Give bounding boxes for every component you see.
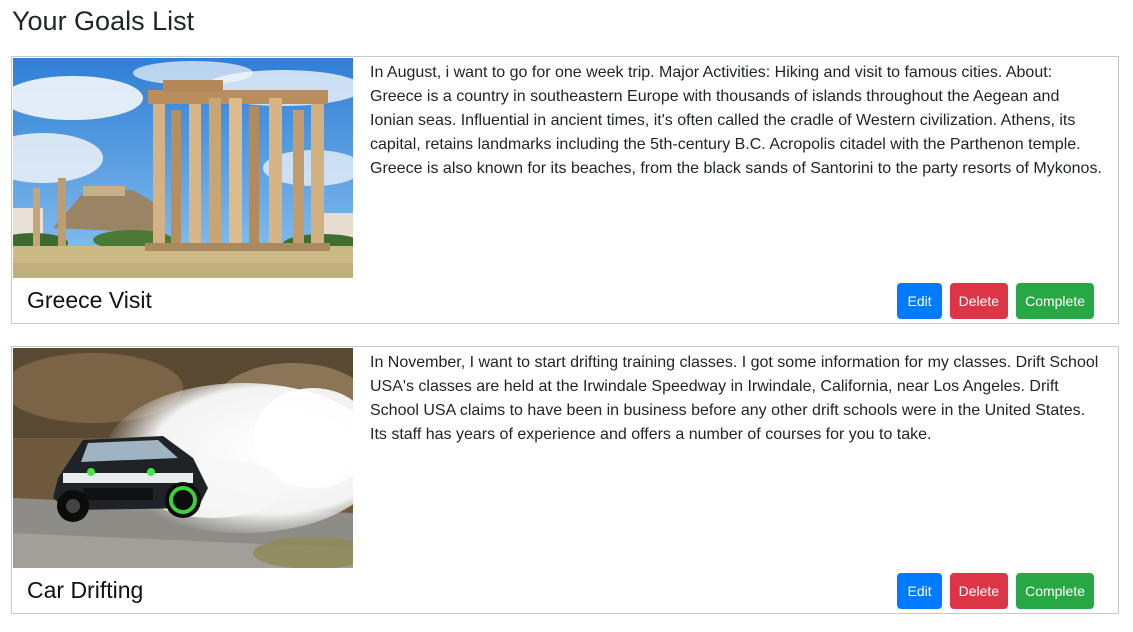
goal-title: Greece Visit (27, 287, 152, 313)
goal-actions: Edit Delete Complete (897, 573, 1094, 609)
goal-description: In August, i want to go for one week tri… (370, 64, 1102, 177)
goal-title: Car Drifting (27, 577, 144, 603)
goal-card: Car Drifting In November, I want to star… (11, 346, 1119, 614)
edit-button[interactable]: Edit (897, 283, 942, 319)
delete-button[interactable]: Delete (949, 283, 1009, 319)
greece-temple-image (13, 58, 353, 278)
goal-actions: Edit Delete Complete (897, 283, 1094, 319)
page-title: Your Goals List (12, 6, 195, 36)
delete-button[interactable]: Delete (949, 573, 1009, 609)
edit-button[interactable]: Edit (897, 573, 942, 609)
complete-button[interactable]: Complete (1016, 283, 1094, 319)
drifting-car-image (13, 348, 353, 568)
goal-description: In November, I want to start drifting tr… (370, 354, 1099, 443)
complete-button[interactable]: Complete (1016, 573, 1094, 609)
goal-card: Greece Visit In August, i want to go for… (11, 56, 1119, 324)
